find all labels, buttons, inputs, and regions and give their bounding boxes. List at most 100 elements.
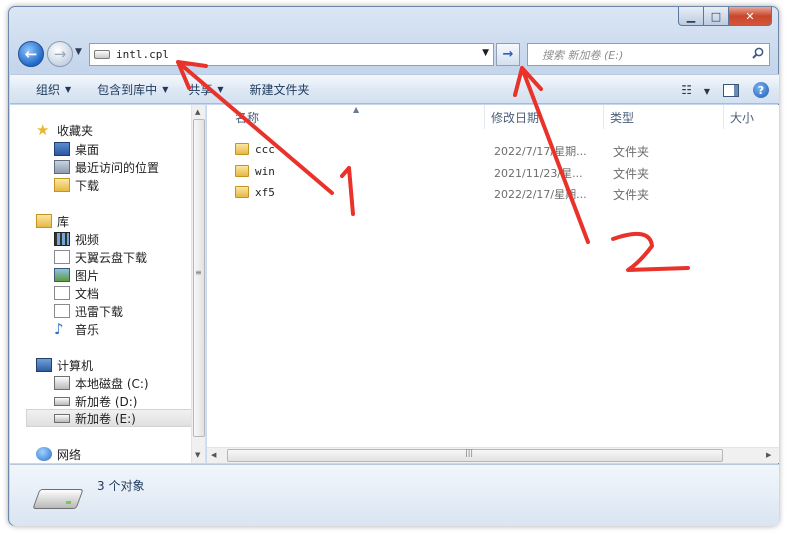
document-icon bbox=[54, 250, 70, 264]
sidebar-item-drive-e[interactable]: 新加卷 (E:) bbox=[26, 409, 197, 427]
sidebar-item-pictures[interactable]: 图片 bbox=[54, 266, 99, 284]
column-header-name[interactable]: 名称 bbox=[207, 105, 485, 129]
caption-buttons: ▁ □ ✕ bbox=[678, 7, 772, 26]
sidebar-item-label: 计算机 bbox=[57, 358, 94, 373]
preview-pane-icon[interactable] bbox=[723, 83, 739, 97]
file-type: 文件夹 bbox=[613, 145, 650, 159]
change-view-button[interactable]: ☷ ▼ bbox=[681, 83, 710, 97]
sidebar-item-label: 最近访问的位置 bbox=[75, 160, 160, 175]
network-icon bbox=[36, 447, 52, 461]
horizontal-scrollbar[interactable]: ◀ ||| ▶ bbox=[207, 447, 779, 463]
explorer-window: ▁ □ ✕ ← → ▼ intl.cpl ▼ → 搜索 新加卷 (E:) 组织 … bbox=[8, 6, 779, 526]
address-bar[interactable]: intl.cpl ▼ bbox=[89, 43, 494, 66]
file-list: 名称 ▲ 修改日期 类型 大小 ccc 2022/7/17/星期... 文件夹 … bbox=[207, 105, 779, 463]
sort-ascending-icon: ▲ bbox=[353, 105, 360, 114]
drive-icon bbox=[94, 50, 110, 59]
sidebar-item-desktop[interactable]: 桌面 bbox=[54, 140, 99, 158]
view-list-icon: ☷ bbox=[681, 83, 692, 97]
sidebar-item-label: 本地磁盘 (C:) bbox=[75, 376, 149, 391]
navigation-pane-scrollbar[interactable]: ▲ ≡ ▼ bbox=[191, 105, 205, 463]
sidebar-item-libraries[interactable]: 库 bbox=[36, 212, 69, 230]
sidebar-item-label: 视频 bbox=[75, 232, 100, 247]
library-icon bbox=[36, 214, 52, 228]
include-library-button[interactable]: 包含到库中 ▼ bbox=[89, 74, 176, 104]
organize-label: 组织 bbox=[36, 82, 61, 97]
folder-icon bbox=[235, 165, 249, 177]
sidebar-item-label: 新加卷 (E:) bbox=[75, 411, 136, 426]
address-dropdown[interactable]: ▼ bbox=[482, 48, 489, 58]
downloads-icon bbox=[54, 178, 70, 192]
share-button[interactable]: 共享 ▼ bbox=[180, 74, 231, 104]
drive-icon bbox=[54, 396, 70, 406]
forward-button[interactable]: → bbox=[47, 41, 73, 67]
navigation-pane: ★ 收藏夹 桌面 最近访问的位置 下载 库 视频 天翼云盘下载 图片 文档 迅雷… bbox=[10, 105, 206, 463]
sidebar-item-label: 网络 bbox=[57, 447, 82, 462]
sidebar-item-music[interactable]: ♪ 音乐 bbox=[54, 320, 99, 338]
search-box[interactable]: 搜索 新加卷 (E:) bbox=[527, 43, 770, 66]
column-header-type[interactable]: 类型 bbox=[604, 105, 724, 129]
document-icon bbox=[54, 286, 70, 300]
sidebar-item-favorites[interactable]: ★ 收藏夹 bbox=[36, 121, 93, 139]
sidebar-item-recent[interactable]: 最近访问的位置 bbox=[54, 158, 159, 176]
file-name: xf5 bbox=[255, 186, 275, 199]
sidebar-item-drive-c[interactable]: 本地磁盘 (C:) bbox=[54, 374, 149, 392]
star-icon: ★ bbox=[36, 121, 50, 139]
sidebar-item-label: 新加卷 (D:) bbox=[75, 394, 138, 409]
system-drive-icon bbox=[54, 376, 70, 390]
sidebar-item-label: 文档 bbox=[75, 286, 100, 301]
search-input[interactable]: 搜索 新加卷 (E:) bbox=[542, 47, 752, 63]
sidebar-item-network[interactable]: 网络 bbox=[36, 445, 81, 463]
sidebar-item-label: 迅雷下载 bbox=[75, 304, 124, 319]
sidebar-item-label: 桌面 bbox=[75, 142, 100, 157]
scrollbar-grip-icon: ≡ bbox=[195, 268, 202, 277]
organize-button[interactable]: 组织 ▼ bbox=[28, 74, 79, 104]
recent-pages-dropdown[interactable]: ▼ bbox=[75, 47, 82, 57]
back-button[interactable]: ← bbox=[18, 41, 44, 67]
sidebar-item-label: 天翼云盘下载 bbox=[75, 250, 148, 265]
table-row[interactable]: ccc 2022/7/17/星期... 文件夹 bbox=[207, 140, 779, 161]
file-type: 文件夹 bbox=[613, 188, 650, 202]
sidebar-item-videos[interactable]: 视频 bbox=[54, 230, 99, 248]
sidebar-item-computer[interactable]: 计算机 bbox=[36, 356, 93, 374]
music-icon: ♪ bbox=[54, 320, 64, 338]
column-header-date[interactable]: 修改日期 bbox=[485, 105, 604, 129]
sidebar-item-drive-d[interactable]: 新加卷 (D:) bbox=[54, 392, 137, 410]
file-date: 2022/7/17/星期... bbox=[494, 145, 587, 158]
scrollbar-thumb[interactable] bbox=[227, 449, 723, 462]
sidebar-item-label: 库 bbox=[57, 214, 70, 229]
new-folder-button[interactable]: 新建文件夹 bbox=[242, 74, 318, 104]
sidebar-item-downloads[interactable]: 下载 bbox=[54, 176, 99, 194]
go-button[interactable]: → bbox=[496, 43, 520, 66]
drive-icon bbox=[32, 489, 84, 509]
address-input[interactable]: intl.cpl bbox=[116, 48, 169, 61]
scroll-down-arrow[interactable]: ▼ bbox=[195, 451, 200, 459]
picture-icon bbox=[54, 268, 70, 282]
table-row[interactable]: win 2021/11/23/星... 文件夹 bbox=[207, 162, 779, 183]
table-row[interactable]: xf5 2022/2/17/星期... 文件夹 bbox=[207, 183, 779, 204]
sidebar-item-label: 音乐 bbox=[75, 322, 100, 337]
minimize-button[interactable]: ▁ bbox=[678, 7, 704, 26]
scroll-up-arrow[interactable]: ▲ bbox=[195, 108, 200, 116]
chevron-down-icon: ▼ bbox=[162, 84, 169, 94]
column-header-size[interactable]: 大小 bbox=[724, 105, 779, 129]
file-type: 文件夹 bbox=[613, 167, 650, 181]
include-library-label: 包含到库中 bbox=[97, 82, 158, 97]
scrollbar-thumb[interactable] bbox=[193, 119, 205, 437]
computer-icon bbox=[36, 358, 52, 372]
sidebar-item-cloud-downloads[interactable]: 天翼云盘下载 bbox=[54, 248, 147, 266]
sidebar-item-thunder-downloads[interactable]: 迅雷下载 bbox=[54, 302, 123, 320]
maximize-button[interactable]: □ bbox=[704, 7, 729, 26]
annotation-label-1: 1 bbox=[0, 0, 1, 1]
annotation-label-2: 2 bbox=[0, 0, 1, 1]
search-icon[interactable] bbox=[752, 47, 764, 63]
command-bar: 组织 ▼ 包含到库中 ▼ 共享 ▼ 新建文件夹 ☷ ▼ ? bbox=[10, 74, 779, 104]
help-icon[interactable]: ? bbox=[753, 82, 769, 98]
new-folder-label: 新建文件夹 bbox=[249, 82, 310, 97]
sidebar-item-documents[interactable]: 文档 bbox=[54, 284, 99, 302]
folder-icon bbox=[235, 186, 249, 198]
scroll-right-arrow[interactable]: ▶ bbox=[766, 451, 771, 459]
scroll-left-arrow[interactable]: ◀ bbox=[211, 451, 216, 459]
close-button[interactable]: ✕ bbox=[729, 7, 772, 26]
document-icon bbox=[54, 304, 70, 318]
item-count: 3 个对象 bbox=[97, 479, 145, 493]
